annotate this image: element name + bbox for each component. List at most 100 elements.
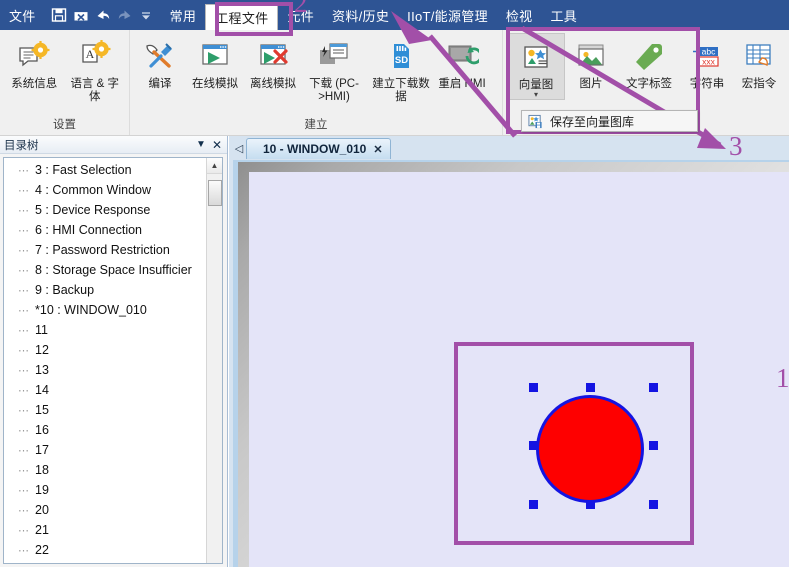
tree-item[interactable]: ⋯ 18 bbox=[4, 460, 205, 480]
tree-item[interactable]: ⋯ 20 bbox=[4, 500, 205, 520]
create-download-data-label: 建立下载数据 bbox=[372, 78, 430, 103]
tree-item-label: 4 : Common Window bbox=[35, 183, 152, 197]
menu-item-data-history[interactable]: 资料/历史 bbox=[323, 0, 398, 30]
tree-branch-icon: ⋯ bbox=[18, 384, 30, 397]
vector-graphic-button[interactable]: 向量图 ▾ bbox=[507, 33, 565, 100]
offline-simulation-button[interactable]: 离线模拟 bbox=[244, 33, 302, 91]
text-label-icon bbox=[632, 37, 666, 77]
text-label-button[interactable]: 文字标签 bbox=[617, 33, 681, 91]
tab-window-010[interactable]: 10 - WINDOW_010 ✕ bbox=[246, 138, 391, 159]
selection-handle-nw[interactable] bbox=[529, 383, 538, 392]
macro-button[interactable]: 宏指令 bbox=[733, 33, 785, 91]
menu-item-view[interactable]: 检视 bbox=[497, 0, 542, 30]
tree-branch-icon: ⋯ bbox=[18, 164, 30, 177]
selection-handle-sw[interactable] bbox=[529, 500, 538, 509]
menu-item-iiot-energy[interactable]: IIoT/能源管理 bbox=[398, 0, 497, 30]
tree-item[interactable]: ⋯ *10 : WINDOW_010 bbox=[4, 300, 205, 320]
ribbon-group-settings: 系统信息 A 语言 & 字体 设置 bbox=[0, 30, 130, 135]
tree-branch-icon: ⋯ bbox=[18, 284, 30, 297]
create-download-data-button[interactable]: SD 建立下载数据 bbox=[366, 33, 436, 104]
menu-item-common[interactable]: 常用 bbox=[161, 0, 206, 30]
tree-item-label: 12 bbox=[35, 343, 49, 357]
circle-shape[interactable] bbox=[536, 395, 644, 503]
tree-item-label: 5 : Device Response bbox=[35, 203, 151, 217]
online-simulation-button[interactable]: 在线模拟 bbox=[186, 33, 244, 91]
tree-item[interactable]: ⋯ 5 : Device Response bbox=[4, 200, 205, 220]
save-to-vector-library-icon bbox=[528, 114, 543, 129]
string-icon: abc xxx bbox=[690, 37, 724, 77]
save-to-vector-library-label[interactable]: 保存至向量图库 bbox=[550, 113, 634, 130]
catalog-tree-scrollbar[interactable]: ▲ bbox=[206, 158, 222, 563]
customize-caret-icon[interactable] bbox=[139, 7, 155, 23]
tree-item-label: 11 bbox=[35, 323, 48, 337]
download-pc-to-hmi-icon bbox=[317, 37, 351, 77]
chevron-down-icon[interactable]: ▾ bbox=[534, 91, 538, 99]
close-icon[interactable]: ✕ bbox=[209, 138, 225, 152]
tree-item-label: 22 bbox=[35, 543, 49, 557]
save-close-icon[interactable] bbox=[73, 7, 89, 23]
tree-item[interactable]: ⋯ 7 : Password Restriction bbox=[4, 240, 205, 260]
selection-handle-w[interactable] bbox=[529, 441, 538, 450]
tree-item-label: 6 : HMI Connection bbox=[35, 223, 142, 237]
tree-item[interactable]: ⋯ 14 bbox=[4, 380, 205, 400]
tree-branch-icon: ⋯ bbox=[18, 524, 30, 537]
tree-item-label: 19 bbox=[35, 483, 49, 497]
quick-access-toolbar bbox=[45, 7, 161, 23]
tree-item[interactable]: ⋯ 8 : Storage Space Insufficier bbox=[4, 260, 205, 280]
undo-icon[interactable] bbox=[95, 7, 111, 23]
vector-graphic-icon bbox=[519, 38, 553, 78]
menu-item-tools[interactable]: 工具 bbox=[541, 0, 586, 30]
prev-tab-icon[interactable]: ◁ bbox=[232, 137, 246, 159]
selection-handle-ne[interactable] bbox=[649, 383, 658, 392]
tree-branch-icon: ⋯ bbox=[18, 424, 30, 437]
tree-branch-icon: ⋯ bbox=[18, 444, 30, 457]
tree-branch-icon: ⋯ bbox=[18, 504, 30, 517]
redo-icon[interactable] bbox=[117, 7, 133, 23]
tree-item-label: 14 bbox=[35, 383, 49, 397]
tree-item[interactable]: ⋯ 17 bbox=[4, 440, 205, 460]
language-font-button[interactable]: A 语言 & 字体 bbox=[65, 33, 126, 104]
tree-item[interactable]: ⋯ 22 bbox=[4, 540, 205, 560]
menu-item-project-file[interactable]: 工程文件 bbox=[205, 4, 279, 30]
menu-item-object[interactable]: 元件 bbox=[278, 0, 323, 30]
download-pc-to-hmi-button[interactable]: 下载 (PC->HMI) bbox=[302, 33, 366, 104]
tree-item[interactable]: ⋯ 6 : HMI Connection bbox=[4, 220, 205, 240]
offline-simulation-icon bbox=[256, 37, 290, 77]
restart-hmi-button[interactable]: 重启 HMI bbox=[436, 33, 488, 91]
restart-hmi-label: 重启 HMI bbox=[438, 78, 486, 90]
tree-item[interactable]: ⋯ 21 bbox=[4, 520, 205, 540]
tree-item[interactable]: ⋯ 3 : Fast Selection bbox=[4, 160, 205, 180]
system-info-button[interactable]: 系统信息 bbox=[4, 33, 65, 91]
tree-item[interactable]: ⋯ 15 bbox=[4, 400, 205, 420]
tree-item-label: 20 bbox=[35, 503, 49, 517]
tree-item[interactable]: ⋯ 9 : Backup bbox=[4, 280, 205, 300]
svg-text:SD: SD bbox=[395, 55, 408, 66]
selection-handle-e[interactable] bbox=[649, 441, 658, 450]
compile-button[interactable]: 编译 bbox=[134, 33, 186, 91]
selection-handle-s[interactable] bbox=[586, 500, 595, 509]
vector-graphic-dropdown-menu: 保存至向量图库 bbox=[521, 110, 698, 132]
picture-button[interactable]: 图片 bbox=[565, 33, 617, 91]
canvas-page[interactable] bbox=[249, 172, 789, 567]
catalog-tree-body: ⋯ 3 : Fast Selection ⋯ 4 : Common Window ⋯ 5 … bbox=[3, 157, 223, 564]
tree-branch-icon: ⋯ bbox=[18, 484, 30, 497]
selection-handle-n[interactable] bbox=[586, 383, 595, 392]
menu-item-file[interactable]: 文件 bbox=[0, 0, 45, 30]
save-icon[interactable] bbox=[51, 7, 67, 23]
selection-handle-se[interactable] bbox=[649, 500, 658, 509]
tree-item[interactable]: ⋯ 11 bbox=[4, 320, 205, 340]
tree-branch-icon: ⋯ bbox=[18, 264, 30, 277]
tree-branch-icon: ⋯ bbox=[18, 464, 30, 477]
scrollbar-thumb[interactable] bbox=[208, 180, 222, 206]
catalog-tree-title: 目录树 bbox=[4, 139, 39, 152]
tree-item[interactable]: ⋯ 13 bbox=[4, 360, 205, 380]
string-button[interactable]: abc xxx 字符串 bbox=[681, 33, 733, 91]
chevron-down-icon[interactable]: ▼ bbox=[193, 139, 209, 150]
tab-close-icon[interactable]: ✕ bbox=[373, 143, 382, 156]
tree-item[interactable]: ⋯ 16 bbox=[4, 420, 205, 440]
offline-simulation-label: 离线模拟 bbox=[250, 78, 296, 90]
tree-item[interactable]: ⋯ 4 : Common Window bbox=[4, 180, 205, 200]
tree-item[interactable]: ⋯ 19 bbox=[4, 480, 205, 500]
scroll-up-icon[interactable]: ▲ bbox=[207, 158, 222, 174]
tree-item[interactable]: ⋯ 12 bbox=[4, 340, 205, 360]
